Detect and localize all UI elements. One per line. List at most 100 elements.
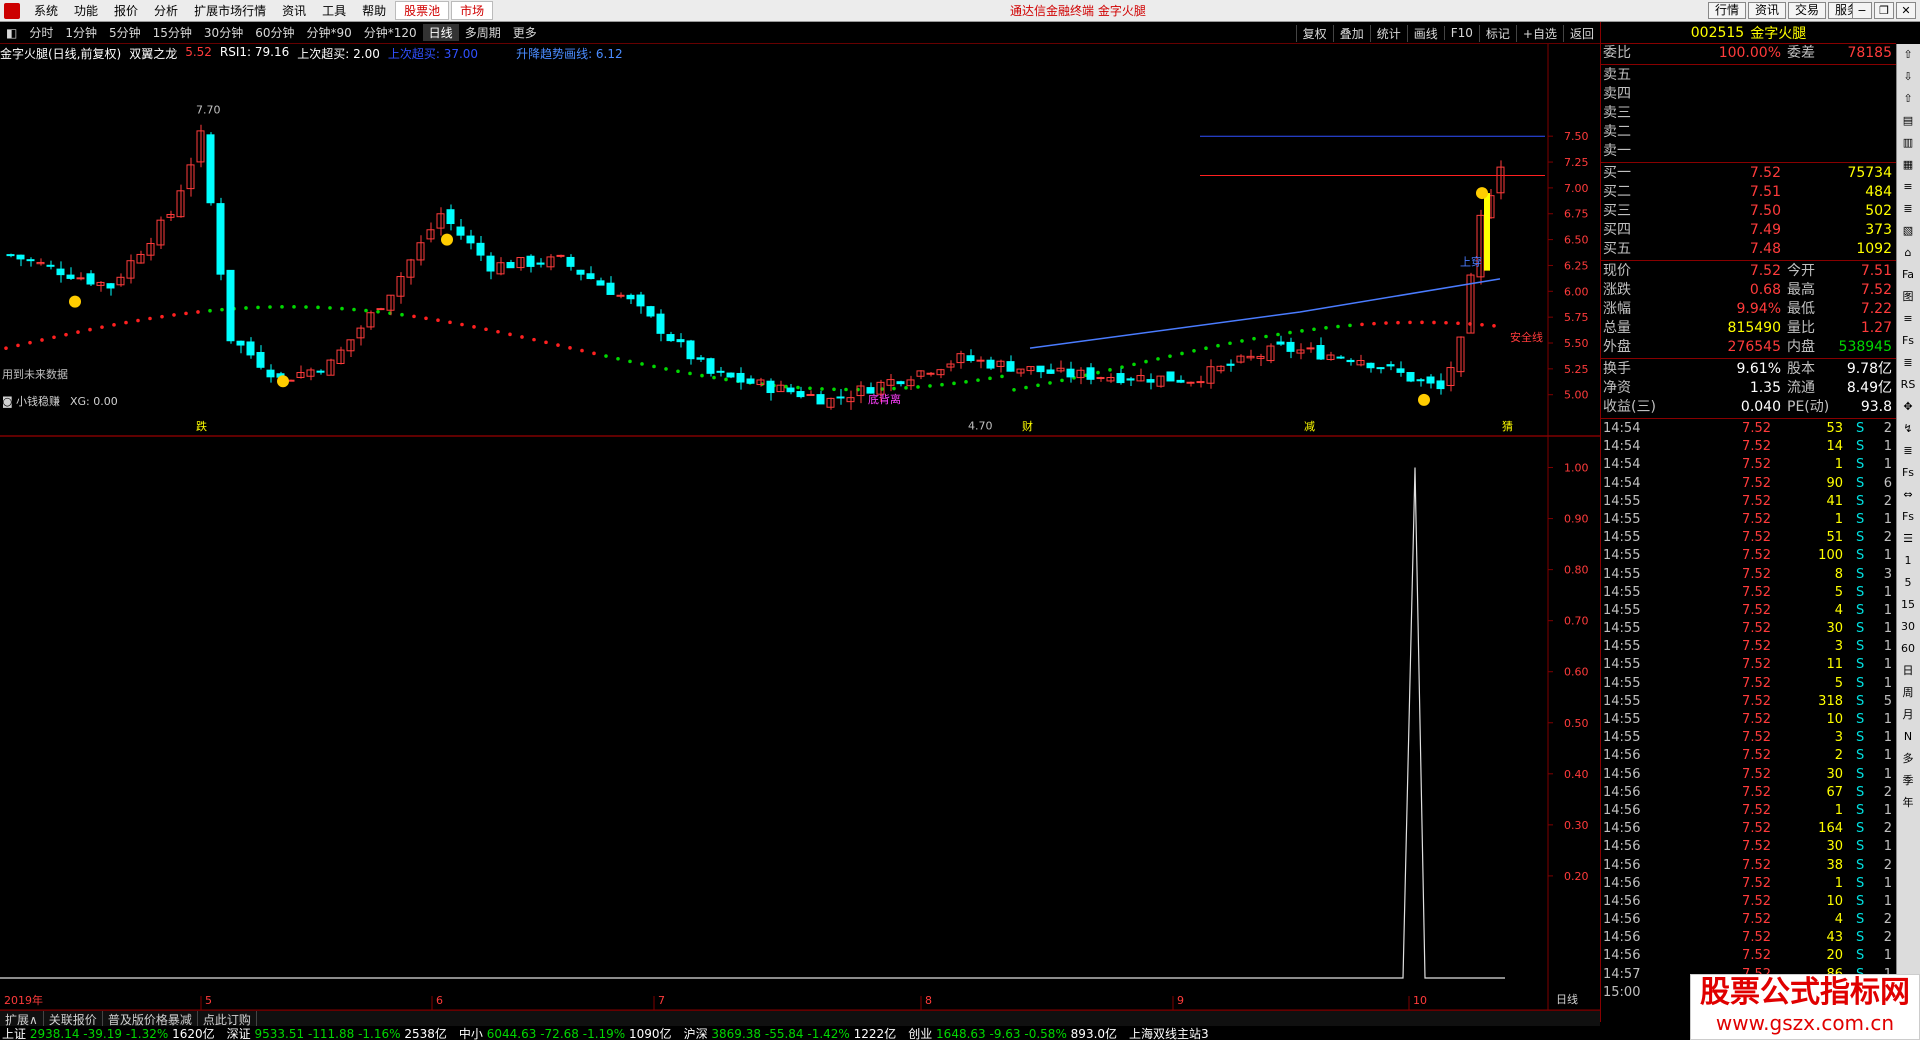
tick-price: 7.52: [1742, 893, 1771, 909]
sidebar-icon[interactable]: ▥: [1897, 132, 1919, 154]
sidebar-icon[interactable]: Fs: [1897, 462, 1919, 484]
btn-news[interactable]: 资讯: [1748, 2, 1787, 19]
menu-quote[interactable]: 报价: [106, 2, 146, 19]
divider: [1601, 418, 1896, 419]
sidebar-icon[interactable]: ↯: [1897, 418, 1919, 440]
stat-value2: 7.52: [1860, 282, 1892, 298]
sidebar-icon[interactable]: ⇔: [1897, 484, 1919, 506]
tick-row: 14:55 7.52 3 S 1: [1601, 729, 1896, 747]
sidebar-icon[interactable]: 季: [1897, 770, 1919, 792]
app-window: 系统 功能 报价 分析 扩展市场行情 资讯 工具 帮助 股票池 市场 通达信金融…: [0, 0, 1920, 1040]
candle-body: [1126, 378, 1135, 381]
sidebar-icon[interactable]: 月: [1897, 704, 1919, 726]
btn-trade[interactable]: 交易: [1788, 2, 1827, 19]
period-60min[interactable]: 60分钟: [249, 24, 300, 41]
period-90min[interactable]: 分钟*90: [300, 24, 357, 41]
trend-dot: [1192, 348, 1196, 353]
event-marker: 财: [1022, 419, 1033, 433]
sidebar-icon[interactable]: ≣: [1897, 440, 1919, 462]
sidebar-icon[interactable]: 年: [1897, 792, 1919, 814]
candle-body: [86, 273, 95, 285]
menu-ext-market[interactable]: 扩展市场行情: [186, 2, 274, 19]
sidebar-icon[interactable]: ▦: [1897, 154, 1919, 176]
candle-body: [1406, 372, 1415, 382]
tick-num: 2: [1883, 493, 1892, 509]
period-more[interactable]: 更多: [507, 24, 543, 41]
restore-icon[interactable]: ❐: [1874, 2, 1894, 19]
smiley-icon: [69, 295, 81, 308]
kline-chart[interactable]: 7.50 7.25 7.00 6.75 6.50 6.25 6.00 5.75 5.50 5.25…: [0, 44, 1600, 1010]
menu-news[interactable]: 资讯: [274, 2, 314, 19]
sidebar-icon[interactable]: 30: [1897, 616, 1919, 638]
trend-dot: [376, 309, 380, 314]
sidebar-icon[interactable]: ⇧: [1897, 88, 1919, 110]
sidebar-icon[interactable]: ⌂: [1897, 242, 1919, 264]
sidebar-icon[interactable]: Fs: [1897, 506, 1919, 528]
menu-system[interactable]: 系统: [26, 2, 66, 19]
period-1min[interactable]: 1分钟: [59, 24, 103, 41]
sidebar-icon[interactable]: 1: [1897, 550, 1919, 572]
period-30min[interactable]: 30分钟: [198, 24, 249, 41]
sidebar-icon[interactable]: Fa: [1897, 264, 1919, 286]
time-tick-label: 10: [1413, 994, 1427, 1007]
period-5min[interactable]: 5分钟: [103, 24, 147, 41]
trend-dot: [1036, 383, 1040, 388]
high-mark-label: 7.70: [196, 103, 221, 116]
period-multi[interactable]: 多周期: [459, 24, 507, 41]
sidebar-icon[interactable]: 多: [1897, 748, 1919, 770]
tool-adjust[interactable]: 复权: [1295, 24, 1333, 42]
tool-mark[interactable]: 标记: [1478, 24, 1516, 42]
tick-list[interactable]: 14:54 7.52 53 S 2 14:54 7.52 14 S 1 14:54 7.52 1 S 1 14…: [1601, 420, 1896, 1002]
sidebar-icon[interactable]: N: [1897, 726, 1919, 748]
tick-num: 1: [1883, 511, 1892, 527]
tool-stats[interactable]: 统计: [1369, 24, 1407, 42]
buy-price: 7.50: [1749, 203, 1781, 219]
trend-dot: [136, 318, 140, 323]
tool-draw[interactable]: 画线: [1406, 24, 1444, 42]
period-intraday[interactable]: 分时: [23, 24, 59, 41]
sidebar-icon[interactable]: 周: [1897, 682, 1919, 704]
tool-back[interactable]: 返回: [1562, 24, 1600, 42]
sidebar-icon[interactable]: 图: [1897, 286, 1919, 308]
sub-tick-label: 0.30: [1564, 819, 1589, 832]
menu-analysis[interactable]: 分析: [146, 2, 186, 19]
tab-stock-pool[interactable]: 股票池: [395, 1, 450, 20]
sidebar-icon[interactable]: RS: [1897, 374, 1919, 396]
sidebar-icon[interactable]: ≡: [1897, 176, 1919, 198]
sidebar-icon[interactable]: ⇧: [1897, 44, 1919, 66]
sidebar-icon[interactable]: ⇩: [1897, 66, 1919, 88]
sidebar-icon[interactable]: 日: [1897, 660, 1919, 682]
sidebar-icon[interactable]: ▤: [1897, 110, 1919, 132]
sidebar-icon[interactable]: Fs: [1897, 330, 1919, 352]
sidebar-icon[interactable]: ≣: [1897, 352, 1919, 374]
sidebar-icon[interactable]: ≣: [1897, 198, 1919, 220]
tick-side: S: [1856, 493, 1865, 509]
sidebar-icon[interactable]: 5: [1897, 572, 1919, 594]
menu-tools[interactable]: 工具: [314, 2, 354, 19]
menu-function[interactable]: 功能: [66, 2, 106, 19]
chart-indicator-name[interactable]: 双翼之龙: [129, 45, 177, 61]
tool-overlay[interactable]: 叠加: [1332, 24, 1370, 42]
sidebar-icon[interactable]: ☰: [1897, 528, 1919, 550]
period-120min[interactable]: 分钟*120: [358, 24, 423, 41]
tick-row: 14:55 7.52 5 S 1: [1601, 675, 1896, 693]
sidebar-icon[interactable]: ≡: [1897, 308, 1919, 330]
tick-side: S: [1856, 548, 1865, 564]
collapse-icon[interactable]: ◙: [2, 395, 13, 408]
minimize-icon[interactable]: −: [1852, 2, 1872, 19]
close-icon[interactable]: ✕: [1896, 2, 1916, 19]
tool-f10[interactable]: F10: [1443, 26, 1479, 40]
sidebar-icon[interactable]: 60: [1897, 638, 1919, 660]
tick-price: 7.52: [1742, 475, 1771, 491]
sidebar-icon[interactable]: ✥: [1897, 396, 1919, 418]
btn-quote[interactable]: 行情: [1708, 2, 1747, 19]
menu-help[interactable]: 帮助: [354, 2, 394, 19]
tick-side: S: [1856, 712, 1865, 727]
sidebar-icon[interactable]: ▧: [1897, 220, 1919, 242]
panel-toggle-icon[interactable]: ◧: [0, 26, 23, 40]
period-daily[interactable]: 日线: [422, 24, 459, 41]
period-15min[interactable]: 15分钟: [147, 24, 198, 41]
tool-add-watch[interactable]: +自选: [1515, 24, 1563, 42]
sidebar-icon[interactable]: 15: [1897, 594, 1919, 616]
tab-market[interactable]: 市场: [451, 1, 494, 20]
